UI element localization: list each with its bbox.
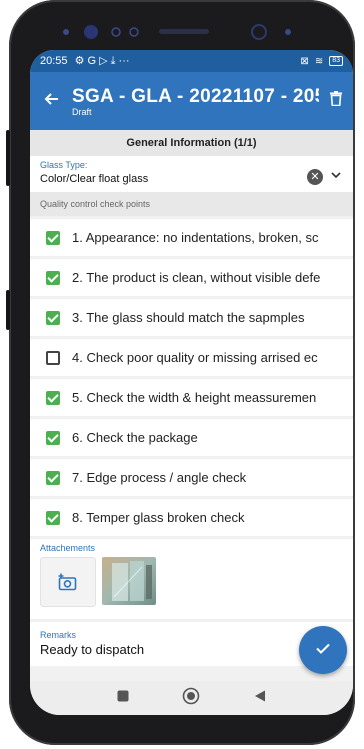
glass-type-label: Glass Type:: [40, 160, 88, 170]
checkpoint-item[interactable]: 4. Check poor quality or missing arrised…: [30, 339, 353, 376]
checkpoint-item[interactable]: 1. Appearance: no indentations, broken, …: [30, 219, 353, 256]
system-nav-bar: [30, 681, 353, 715]
app-screen: 20:55 ⚙ G ▷ ⤓ ··· ⊠ ≋ 83 SGA - GLA - 202…: [30, 50, 353, 715]
attachments-label: Attachements: [40, 543, 96, 553]
checkpoint-label: 7. Edge process / angle check: [72, 470, 247, 485]
checkbox-checked[interactable]: [46, 230, 60, 245]
nfc-icon: ⊠: [300, 55, 309, 67]
checkbox-checked[interactable]: [46, 390, 60, 405]
checkpoint-label: 4. Check poor quality or missing arrised…: [72, 350, 318, 365]
checkbox-unchecked[interactable]: [46, 350, 60, 365]
battery-level: 83: [332, 57, 340, 64]
nav-recents-icon[interactable]: [117, 689, 129, 707]
status-icons: ⚙ G ▷ ⤓ ···: [74, 55, 130, 67]
check-icon: [316, 641, 330, 659]
status-time: 20:55: [40, 55, 68, 67]
power-button: [6, 130, 10, 186]
phone-frame: 20:55 ⚙ G ▷ ⤓ ··· ⊠ ≋ 83 SGA - GLA - 202…: [6, 0, 355, 745]
checkpoint-label: 5. Check the width & height meassuremen: [72, 390, 317, 405]
checkbox-checked[interactable]: [46, 310, 60, 325]
chevron-down-icon[interactable]: [331, 168, 341, 182]
status-left: 20:55 ⚙ G ▷ ⤓ ···: [40, 54, 130, 68]
trash-icon[interactable]: [319, 91, 353, 111]
checkpoint-item[interactable]: 2. The product is clean, without visible…: [30, 259, 353, 296]
checkpoint-item[interactable]: 3. The glass should match the sapmples: [30, 299, 353, 336]
nav-back-icon[interactable]: [254, 689, 266, 707]
page-title: SGA - GLA - 20221107 - 20511: [72, 85, 319, 107]
checkbox-checked[interactable]: [46, 430, 60, 445]
glass-type-select[interactable]: Glass Type: Color/Clear float glass ✕: [30, 156, 353, 192]
checkpoint-label: 1. Appearance: no indentations, broken, …: [72, 230, 319, 245]
nav-home-icon[interactable]: [182, 687, 200, 710]
checkbox-checked[interactable]: [46, 270, 60, 285]
submit-button[interactable]: [299, 626, 347, 674]
attachments-section: Attachements: [30, 539, 353, 619]
checkbox-checked[interactable]: [46, 470, 60, 485]
checkbox-checked[interactable]: [46, 510, 60, 525]
checkpoint-label: 8. Temper glass broken check: [72, 510, 245, 525]
checkpoint-label: 2. The product is clean, without visible…: [72, 270, 321, 285]
add-photo-icon[interactable]: [40, 557, 96, 607]
checkpoint-item[interactable]: 6. Check the package: [30, 419, 353, 456]
remarks-label: Remarks: [40, 630, 77, 640]
glass-type-value: Color/Clear float glass: [40, 173, 149, 185]
clear-icon[interactable]: ✕: [307, 169, 323, 185]
attachment-thumbnail[interactable]: [102, 557, 156, 605]
checkpoint-list: 1. Appearance: no indentations, broken, …: [30, 219, 353, 536]
checkpoint-item[interactable]: 8. Temper glass broken check: [30, 499, 353, 536]
checkpoint-item[interactable]: 5. Check the width & height meassuremen: [30, 379, 353, 416]
volume-button: [6, 290, 10, 330]
attachments-row: [40, 557, 343, 607]
status-right: ⊠ ≋ 83: [300, 56, 343, 67]
qc-header: Quality control check points: [30, 192, 353, 216]
checkpoint-label: 6. Check the package: [72, 430, 198, 445]
app-bar-titles: SGA - GLA - 20221107 - 20511 Draft: [72, 86, 319, 117]
status-bar: 20:55 ⚙ G ▷ ⤓ ··· ⊠ ≋ 83: [30, 50, 353, 72]
wifi-icon: ≋: [314, 55, 324, 67]
camera-bar: [63, 24, 291, 40]
back-arrow-icon[interactable]: [30, 90, 72, 113]
checkpoint-item[interactable]: 7. Edge process / angle check: [30, 459, 353, 496]
page-subtitle: Draft: [72, 106, 92, 117]
battery-icon: 83: [329, 56, 343, 66]
section-header: General Information (1/1): [30, 130, 353, 156]
checkpoint-label: 3. The glass should match the sapmples: [72, 310, 305, 325]
remarks-value: Ready to dispatch: [40, 642, 145, 657]
app-bar: SGA - GLA - 20221107 - 20511 Draft: [30, 72, 353, 130]
